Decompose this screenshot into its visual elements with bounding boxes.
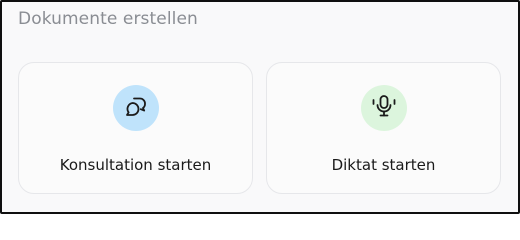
section-title: Dokumente erstellen bbox=[18, 9, 198, 29]
start-dictation-label: Diktat starten bbox=[331, 156, 436, 174]
dictation-icon-badge bbox=[360, 85, 407, 131]
start-dictation-button[interactable]: Diktat starten bbox=[266, 62, 501, 194]
start-consultation-button[interactable]: Konsultation starten bbox=[18, 62, 253, 194]
create-documents-panel: Dokumente erstellen Konsultation starten bbox=[2, 2, 518, 212]
start-consultation-label: Konsultation starten bbox=[59, 156, 212, 174]
microphone-icon bbox=[369, 91, 399, 125]
consultation-icon-badge bbox=[112, 85, 159, 131]
document-panel-frame: Dokumente erstellen Konsultation starten bbox=[0, 0, 520, 214]
chat-bubbles-icon bbox=[121, 91, 151, 125]
